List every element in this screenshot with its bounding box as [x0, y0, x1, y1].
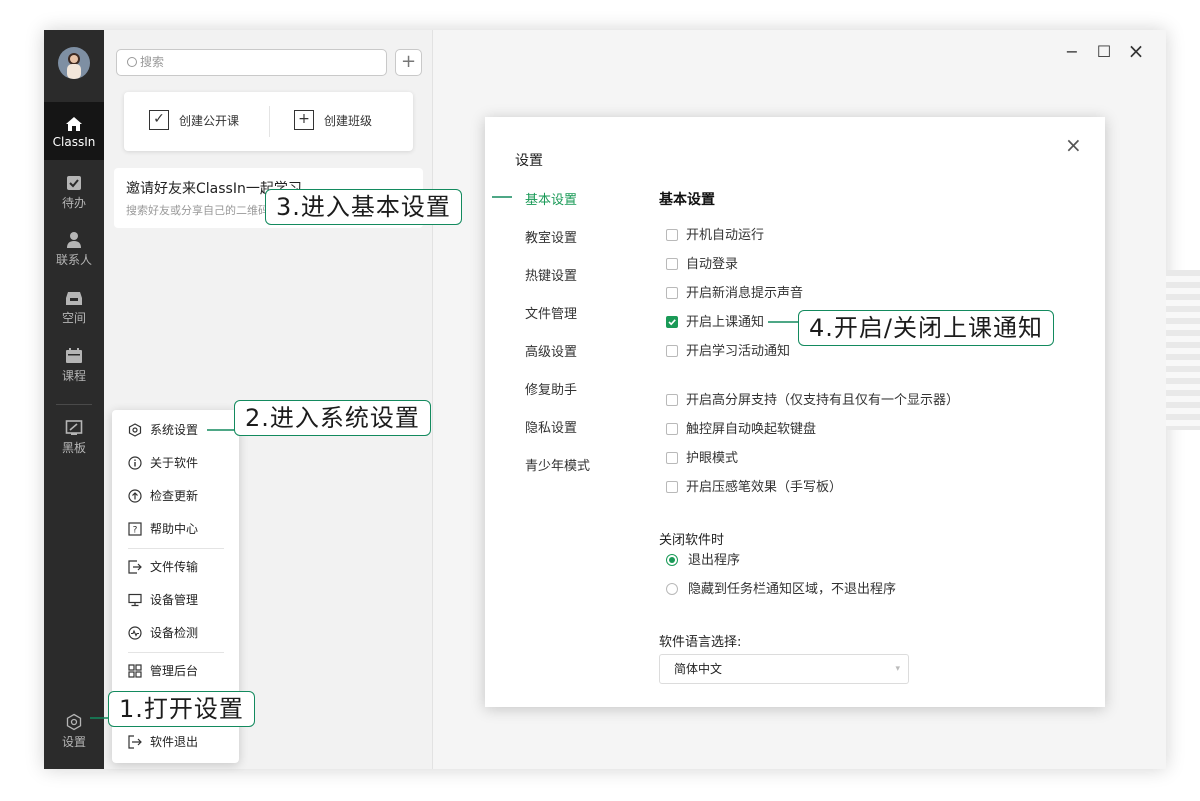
callout-step-1: 1.打开设置	[108, 691, 255, 727]
callout-step-4: 4.开启/关闭上课通知	[798, 310, 1054, 346]
callout-pointers	[90, 196, 800, 719]
callout-step-2: 2.进入系统设置	[234, 400, 431, 436]
callout-step-3: 3.进入基本设置	[265, 189, 462, 225]
